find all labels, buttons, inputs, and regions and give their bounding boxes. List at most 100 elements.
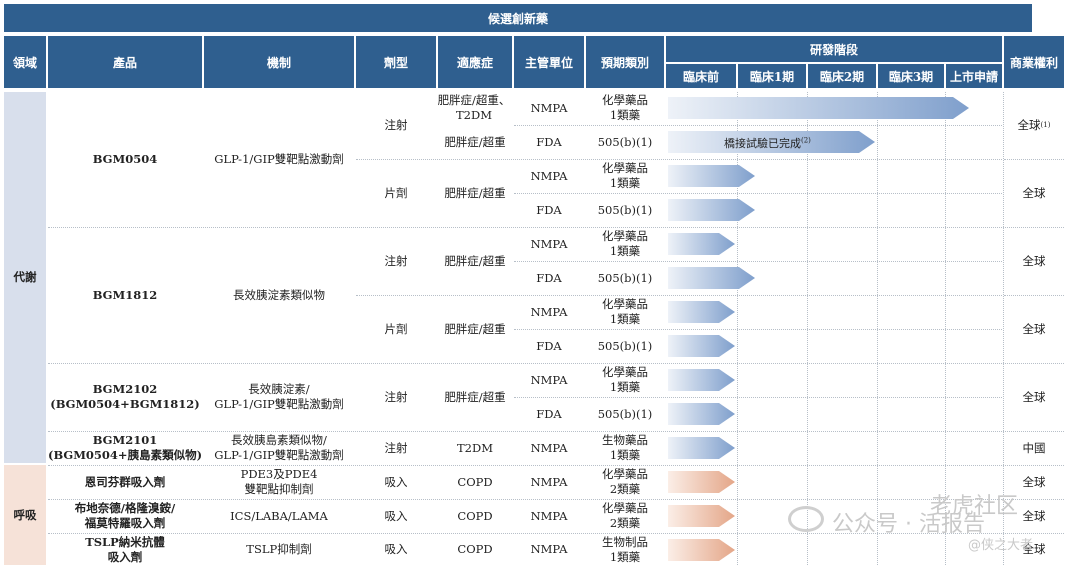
watermark-line3: @侠之大者 [968, 538, 1034, 553]
dosage-form: 注射 [384, 440, 408, 455]
regulator: NMPA [530, 372, 568, 387]
dosage-form: 注射 [384, 253, 408, 268]
drug-category: 505(b)(1) [597, 338, 653, 353]
regulator: FDA [536, 406, 562, 421]
watermark: 老虎社区 公众号 · 活报告 @侠之大者 [780, 488, 1080, 565]
header-mechanism: 機制 [204, 36, 354, 88]
regulator: FDA [536, 338, 562, 353]
dosage-form: 片劑 [384, 321, 408, 336]
dosage-form: 注射 [384, 389, 408, 404]
dosage-form: 注射 [384, 117, 408, 132]
commercial-rights: 中國 [1022, 440, 1046, 455]
header-dosage-form: 劑型 [356, 36, 436, 88]
product-mechanism: 長效胰島素類似物/ GLP-1/GIP雙靶點激動劑 [214, 433, 344, 462]
commercial-rights: 全球 [1022, 185, 1046, 200]
header-phase-1: 臨床1期 [738, 64, 806, 88]
progress-arrow [668, 539, 735, 561]
regulator: NMPA [530, 304, 568, 319]
field-respiratory: 呼吸 [4, 465, 46, 565]
drug-category: 化學藥品 1類藥 [602, 161, 648, 190]
product-name: BGM2101 (BGM0504+胰島素類似物) [48, 433, 203, 462]
product-name: BGM1812 [92, 287, 158, 302]
progress-arrow [668, 97, 969, 119]
commercial-rights: 全球 (1) [1004, 92, 1064, 158]
indication: 肥胖症/超重 [444, 134, 506, 149]
drug-category: 化學藥品 1類藥 [602, 93, 648, 122]
regulator: NMPA [530, 508, 568, 523]
indication: 肥胖症/超重 [444, 185, 506, 200]
progress-arrow [668, 437, 735, 459]
drug-category: 化學藥品 2類藥 [602, 501, 648, 530]
progress-arrow [668, 233, 735, 255]
header-regulator: 主管單位 [514, 36, 584, 88]
progress-arrow [668, 505, 735, 527]
header-field: 領域 [4, 36, 46, 88]
drug-category: 化學藥品 2類藥 [602, 467, 648, 496]
progress-arrow [668, 199, 755, 221]
dosage-form: 吸入 [384, 474, 408, 489]
wechat-icon [788, 506, 824, 532]
product-name: BGM2102 (BGM0504+BGM1812) [50, 382, 200, 411]
progress-label: 橋接試驗已完成(2) [724, 136, 811, 150]
dosage-form: 吸入 [384, 542, 408, 556]
product-name: TSLP納米抗體 吸入劑 [85, 534, 165, 564]
indication: 肥胖症/超重 [444, 253, 506, 268]
field-metabolic: 代謝 [4, 92, 46, 463]
commercial-rights: 全球 [1022, 389, 1046, 404]
progress-arrow [668, 301, 735, 323]
table-title: 候選創新藥 [4, 4, 1032, 32]
product-name: 恩司芬群吸入劑 [84, 474, 166, 489]
regulator: NMPA [530, 100, 568, 115]
progress-arrow [668, 335, 735, 357]
drug-category: 505(b)(1) [597, 134, 653, 149]
header-phase-3: 臨床3期 [878, 64, 944, 88]
progress-arrow [668, 471, 735, 493]
progress-arrow [668, 403, 735, 425]
rights-text: 全球 [1017, 117, 1041, 132]
header-phase-filing: 上市申請 [946, 64, 1002, 88]
watermark-line2: 公众号 · 活报告 [832, 512, 985, 537]
progress-arrow [668, 369, 735, 391]
header-stage: 研發階段 [666, 36, 1002, 62]
regulator: FDA [536, 134, 562, 149]
header-phase-preclinical: 臨床前 [666, 64, 736, 88]
indication: 肥胖症/超重 [444, 389, 506, 404]
progress-arrow [668, 267, 755, 289]
regulator: NMPA [530, 542, 568, 556]
header-phase-2: 臨床2期 [808, 64, 876, 88]
header-indication: 適應症 [438, 36, 512, 88]
commercial-rights: 全球 [1022, 253, 1046, 268]
drug-category: 生物藥品 1類藥 [602, 433, 648, 462]
drug-category: 505(b)(1) [597, 406, 653, 421]
indication: COPD [457, 474, 493, 489]
product-name: BGM0504 [92, 151, 158, 166]
drug-category: 化學藥品 1類藥 [602, 365, 648, 394]
indication: T2DM [457, 440, 493, 455]
regulator: NMPA [530, 474, 568, 489]
indication: 肥胖症/超重 [444, 321, 506, 336]
drug-category: 化學藥品 1類藥 [602, 229, 648, 258]
product-mechanism: 長效胰淀素/ GLP-1/GIP雙靶點激動劑 [214, 382, 344, 411]
regulator: NMPA [530, 440, 568, 455]
header-product: 產品 [48, 36, 202, 88]
header-rights: 商業權利 [1004, 36, 1064, 88]
progress-arrow [668, 165, 755, 187]
regulator: FDA [536, 202, 562, 217]
drug-category: 生物制品 1類藥 [602, 534, 648, 564]
product-mechanism: ICS/LABA/LAMA [230, 508, 328, 523]
product-mechanism: 長效胰淀素類似物 [233, 287, 325, 302]
header-category: 預期類別 [586, 36, 664, 88]
dosage-form: 吸入 [384, 508, 408, 523]
product-mechanism: PDE3及PDE4 雙靶點抑制劑 [240, 467, 318, 496]
drug-category: 505(b)(1) [597, 202, 653, 217]
drug-category: 化學藥品 1類藥 [602, 297, 648, 326]
rights-footnote: (1) [1040, 120, 1051, 129]
indication: 肥胖症/超重、 T2DM [437, 93, 511, 122]
regulator: NMPA [530, 168, 568, 183]
product-name: 布地奈德/格隆溴銨/ 福莫特羅吸入劑 [74, 501, 176, 530]
indication: COPD [457, 508, 493, 523]
product-mechanism: GLP-1/GIP雙靶點激動劑 [214, 151, 344, 166]
commercial-rights: 全球 [1022, 321, 1046, 336]
indication: COPD [457, 542, 493, 556]
regulator: FDA [536, 270, 562, 285]
